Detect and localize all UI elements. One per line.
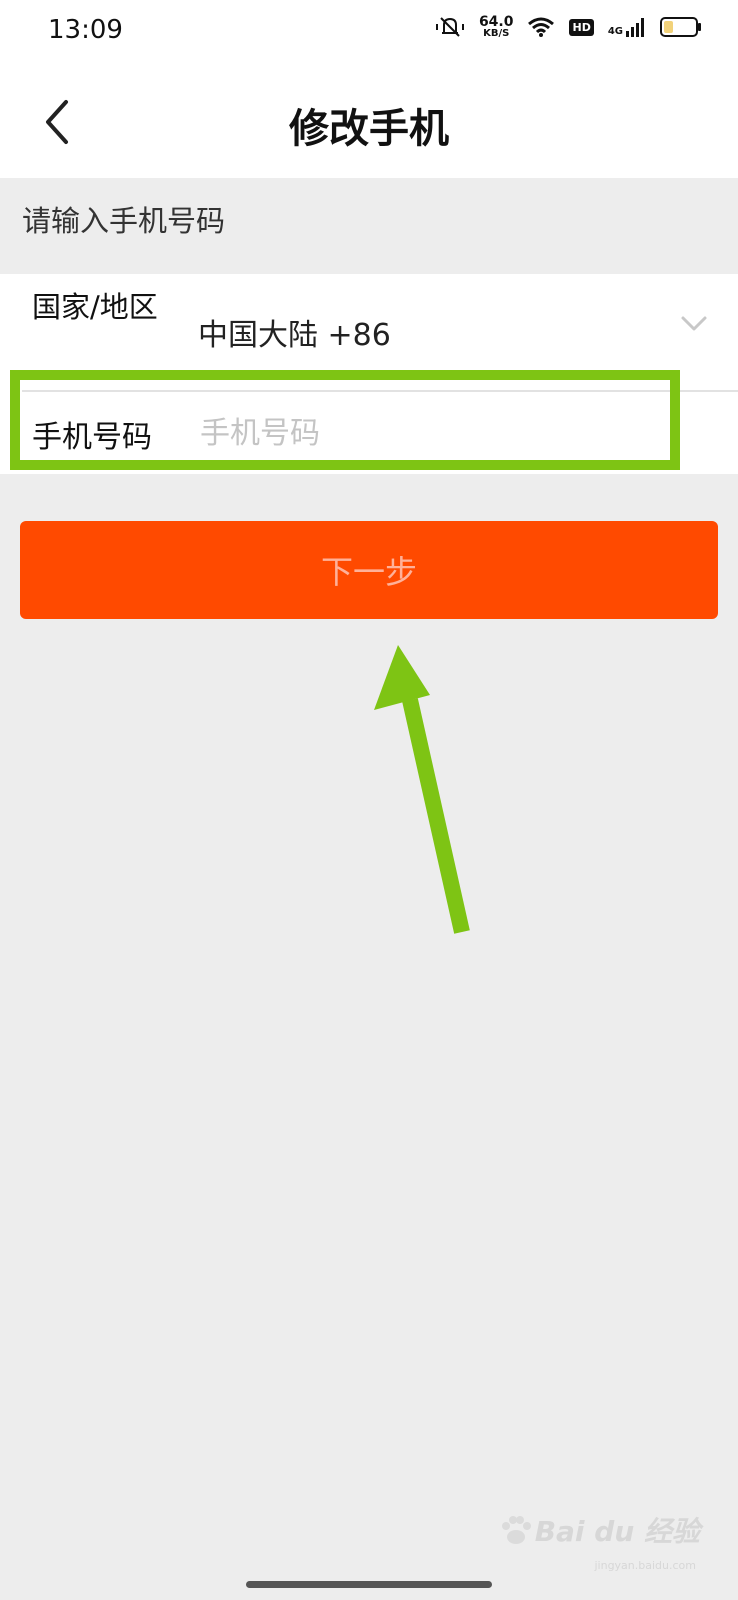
network-type: 4G xyxy=(607,26,623,37)
signal-bars-icon xyxy=(626,18,644,37)
chevron-down-icon[interactable] xyxy=(680,314,708,334)
network-speed-unit: KB/S xyxy=(483,28,510,39)
cellular-signal: 4G xyxy=(608,17,646,37)
form-hint: 请输入手机号码 xyxy=(22,204,226,238)
silent-bell-icon xyxy=(435,17,464,37)
country-region-value[interactable]: 中国大陆 +86 xyxy=(198,310,391,354)
hd-badge: HD xyxy=(569,18,594,36)
status-bar: 13:09 64.0 KB/S HD 4G xyxy=(0,0,738,66)
watermark-url: jingyan.baidu.com xyxy=(594,1559,696,1572)
wifi-icon xyxy=(528,17,555,37)
next-step-button[interactable]: 下一步 xyxy=(20,521,718,619)
annotation-highlight-box xyxy=(10,370,680,470)
baidu-watermark: Bai du 经验 jingyan.baidu.com xyxy=(499,1510,700,1572)
paw-logo-icon xyxy=(501,1516,531,1544)
network-speed: 64.0 KB/S xyxy=(479,15,514,39)
battery-level xyxy=(664,21,673,33)
status-icons: 64.0 KB/S HD 4G xyxy=(435,14,701,40)
country-region-label: 国家/地区 xyxy=(32,290,158,324)
annotation-arrow-icon xyxy=(374,645,470,934)
page-title: 修改手机 xyxy=(289,106,449,152)
network-speed-value: 64.0 xyxy=(478,14,514,30)
battery-icon xyxy=(660,17,701,37)
home-indicator[interactable] xyxy=(246,1581,492,1588)
status-time: 13:09 xyxy=(48,15,123,45)
nav-bar: 修改手机 xyxy=(0,66,738,178)
watermark-text: Bai du 经验 xyxy=(534,1515,700,1548)
